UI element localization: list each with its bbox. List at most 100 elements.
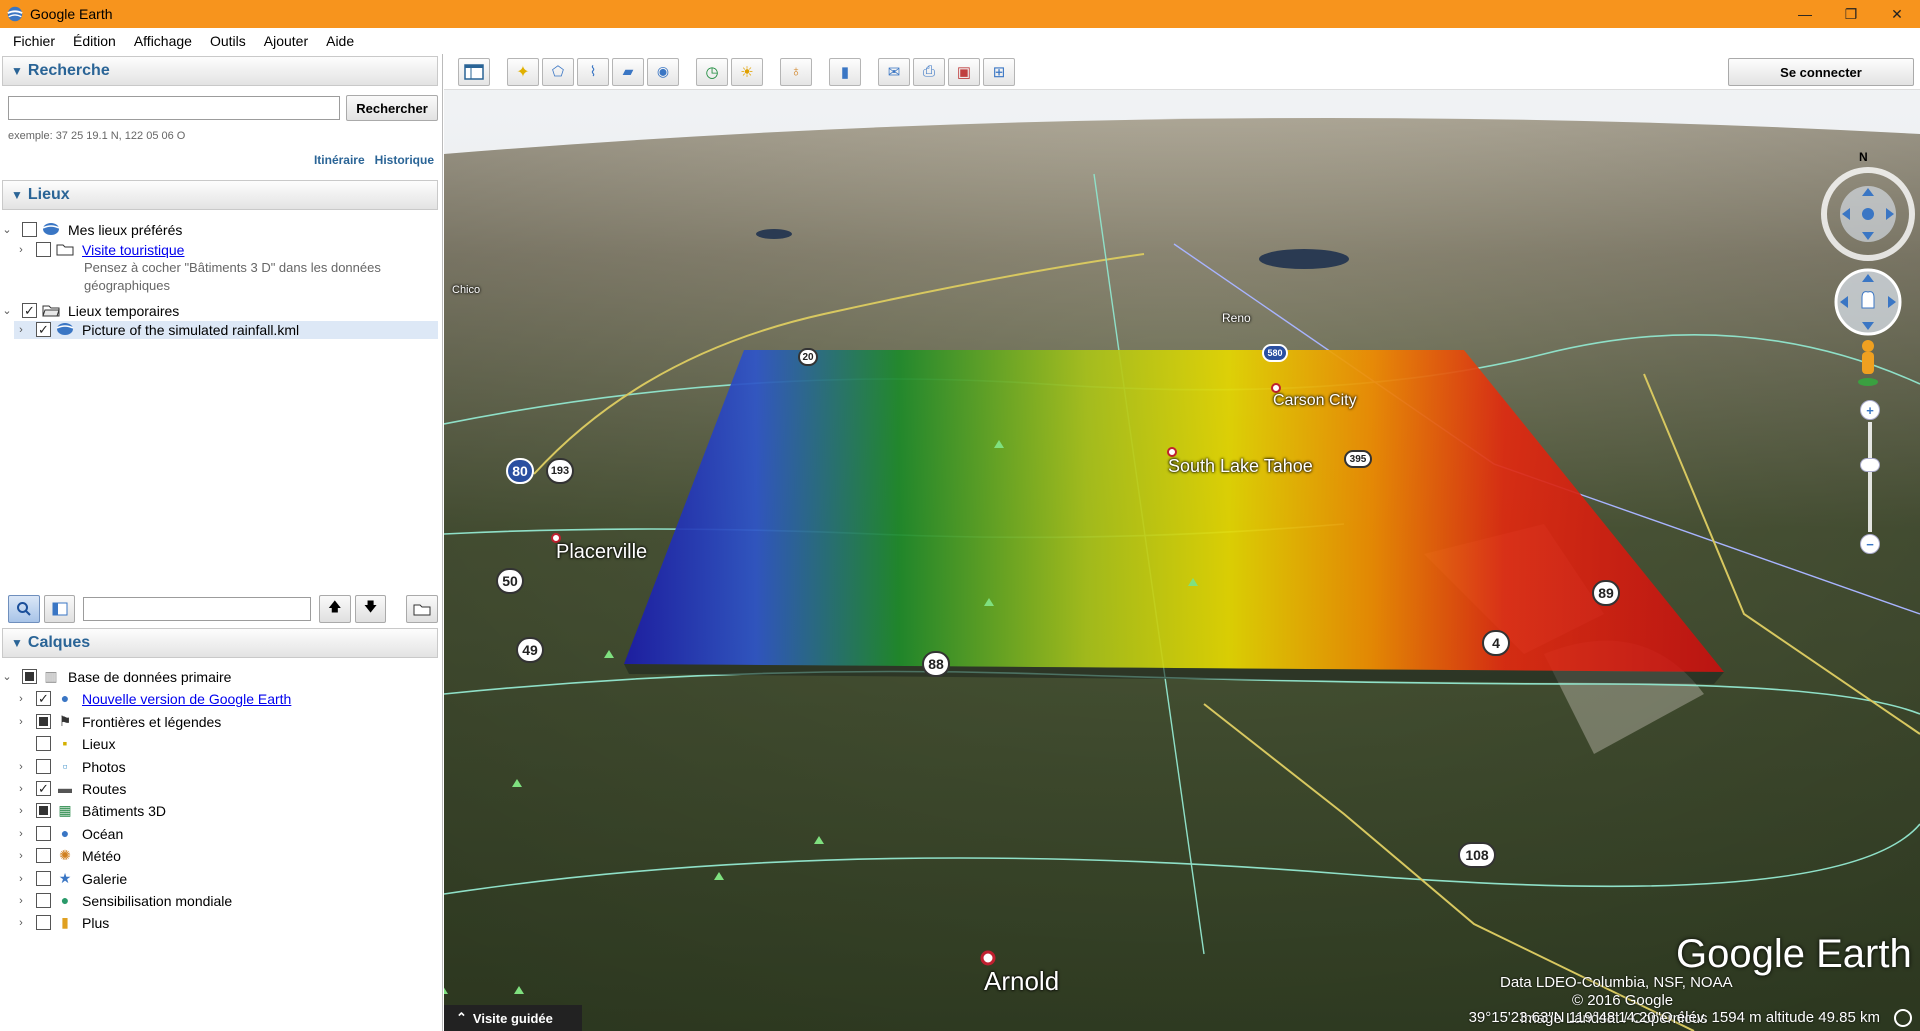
layer-row[interactable]: › ✓ ▬ Routes: [14, 780, 126, 798]
checkbox[interactable]: [36, 870, 51, 886]
tree-row-temp-places[interactable]: ⌄ ✓ Lieux temporaires: [0, 302, 179, 320]
tour-guide-button[interactable]: ⌃ Visite guidée: [444, 1005, 582, 1031]
checkbox[interactable]: ✓: [36, 322, 51, 337]
history-link[interactable]: Historique: [375, 153, 434, 167]
search-panel-header[interactable]: ▼ Recherche: [2, 56, 438, 86]
layers-panel-header[interactable]: ▼ Calques: [2, 628, 438, 658]
menu-ajouter[interactable]: Ajouter: [255, 33, 317, 49]
menu-affichage[interactable]: Affichage: [125, 33, 201, 49]
expand-right-icon[interactable]: ›: [14, 321, 28, 339]
sunlight-button[interactable]: ☀: [731, 57, 763, 86]
expand-right-icon[interactable]: ›: [14, 758, 28, 776]
layer-row[interactable]: › ▫ Photos: [14, 758, 125, 776]
look-joystick-icon[interactable]: [1820, 166, 1916, 262]
menu-edition[interactable]: Édition: [64, 33, 125, 49]
terrain-view[interactable]: [444, 54, 1920, 1031]
expand-down-icon[interactable]: ⌄: [0, 668, 14, 686]
zoom-in-button[interactable]: +: [1860, 400, 1880, 420]
expand-right-icon[interactable]: ›: [14, 892, 28, 910]
layer-row[interactable]: › ✓ ● Nouvelle version de Google Earth: [14, 690, 291, 708]
search-input[interactable]: [8, 96, 340, 120]
add-path-button[interactable]: ⌇: [577, 57, 609, 86]
add-placemark-button[interactable]: ✦: [507, 57, 539, 86]
expand-right-icon[interactable]: ›: [14, 825, 28, 843]
ruler-button[interactable]: ▮: [829, 57, 861, 86]
layer-row[interactable]: › ● Sensibilisation mondiale: [14, 892, 232, 910]
folder-icon: [56, 241, 74, 257]
checkbox[interactable]: [36, 758, 51, 774]
tree-row-kml[interactable]: › ✓ Picture of the simulated rainfall.km…: [14, 321, 438, 339]
add-overlay-button[interactable]: ▰: [612, 57, 644, 86]
expand-right-icon[interactable]: ›: [14, 713, 28, 731]
checkbox[interactable]: [36, 803, 51, 819]
menu-bar: Fichier Édition Affichage Outils Ajouter…: [0, 28, 1920, 54]
checkbox[interactable]: ✓: [36, 691, 51, 707]
record-tour-button[interactable]: ◉: [647, 57, 679, 86]
layer-row[interactable]: › ▦ Bâtiments 3D: [14, 802, 166, 820]
checkbox[interactable]: [36, 848, 51, 864]
search-button[interactable]: Rechercher: [346, 95, 438, 121]
checkbox[interactable]: [36, 736, 51, 752]
menu-outils[interactable]: Outils: [201, 33, 255, 49]
tree-row-tour[interactable]: › Visite touristique: [14, 241, 184, 259]
folder-options-button[interactable]: [406, 595, 439, 623]
places-panel-header[interactable]: ▼ Lieux: [2, 180, 438, 210]
move-up-button[interactable]: 🡅: [318, 595, 351, 623]
sidebar-toggle-button[interactable]: [458, 57, 490, 86]
expand-right-icon[interactable]: ›: [14, 780, 28, 798]
roads-icon: ▬: [58, 780, 72, 796]
zoom-slider-track[interactable]: [1868, 422, 1872, 532]
checkbox[interactable]: [36, 915, 51, 931]
zoom-out-button[interactable]: −: [1860, 534, 1880, 554]
expand-right-icon[interactable]: ›: [14, 241, 28, 259]
tree-row-my-places[interactable]: ⌄ Mes lieux préférés: [0, 221, 182, 239]
maximize-button[interactable]: ❐: [1828, 0, 1874, 28]
checkbox[interactable]: ✓: [22, 303, 37, 318]
expand-down-icon[interactable]: ⌄: [0, 221, 14, 239]
places-filter-input[interactable]: [83, 597, 311, 621]
itinerary-link[interactable]: Itinéraire: [314, 153, 365, 167]
search-places-button[interactable]: [8, 595, 40, 623]
close-button[interactable]: ✕: [1874, 0, 1920, 28]
checkbox[interactable]: [36, 242, 51, 257]
expand-right-icon[interactable]: ›: [14, 690, 28, 708]
layer-row[interactable]: › ★ Galerie: [14, 870, 127, 888]
layer-row[interactable]: › ⚑ Frontières et légendes: [14, 713, 221, 731]
signin-button[interactable]: Se connecter: [1728, 58, 1914, 86]
expand-right-icon[interactable]: ›: [14, 847, 28, 865]
toggle-panel-button[interactable]: [43, 595, 76, 623]
layer-row[interactable]: ⌄ ▥ Base de données primaire: [0, 668, 231, 686]
layer-row[interactable]: › ▮ Plus: [14, 914, 109, 932]
expand-right-icon[interactable]: ›: [14, 802, 28, 820]
checkbox[interactable]: [36, 825, 51, 841]
checkbox[interactable]: ✓: [36, 781, 51, 796]
checkbox[interactable]: [22, 669, 37, 684]
tour-link[interactable]: Visite touristique: [82, 241, 184, 259]
email-button[interactable]: ✉: [878, 57, 910, 86]
planets-button[interactable]: ♁: [780, 57, 812, 86]
checkbox[interactable]: [36, 893, 51, 908]
layer-label[interactable]: Nouvelle version de Google Earth: [82, 690, 291, 708]
expand-right-icon[interactable]: ›: [14, 914, 28, 932]
checkbox[interactable]: [22, 222, 37, 237]
map-view[interactable]: Placerville South Lake Tahoe Carson City…: [444, 54, 1920, 1031]
add-polygon-button[interactable]: ⬠: [542, 57, 574, 86]
save-image-button[interactable]: ▣: [948, 57, 980, 86]
view-in-maps-button[interactable]: ⊞: [983, 57, 1015, 86]
print-button[interactable]: ⎙: [913, 57, 945, 86]
menu-aide[interactable]: Aide: [317, 33, 363, 49]
layer-row[interactable]: › ● Océan: [14, 825, 123, 843]
layer-row[interactable]: ▪ Lieux: [14, 735, 115, 753]
move-joystick-icon[interactable]: [1828, 262, 1908, 342]
global-awareness-icon: ●: [60, 892, 70, 908]
menu-fichier[interactable]: Fichier: [4, 33, 64, 49]
minimize-button[interactable]: —: [1782, 0, 1828, 28]
street-view-pegman-icon[interactable]: [1854, 338, 1882, 388]
zoom-slider-handle[interactable]: [1860, 458, 1880, 472]
checkbox[interactable]: [36, 713, 51, 729]
expand-right-icon[interactable]: ›: [14, 870, 28, 888]
move-down-button[interactable]: 🡇: [354, 595, 387, 623]
historical-imagery-button[interactable]: ◷: [696, 57, 728, 86]
expand-down-icon[interactable]: ⌄: [0, 302, 14, 320]
layer-row[interactable]: › ✺ Météo: [14, 847, 121, 865]
